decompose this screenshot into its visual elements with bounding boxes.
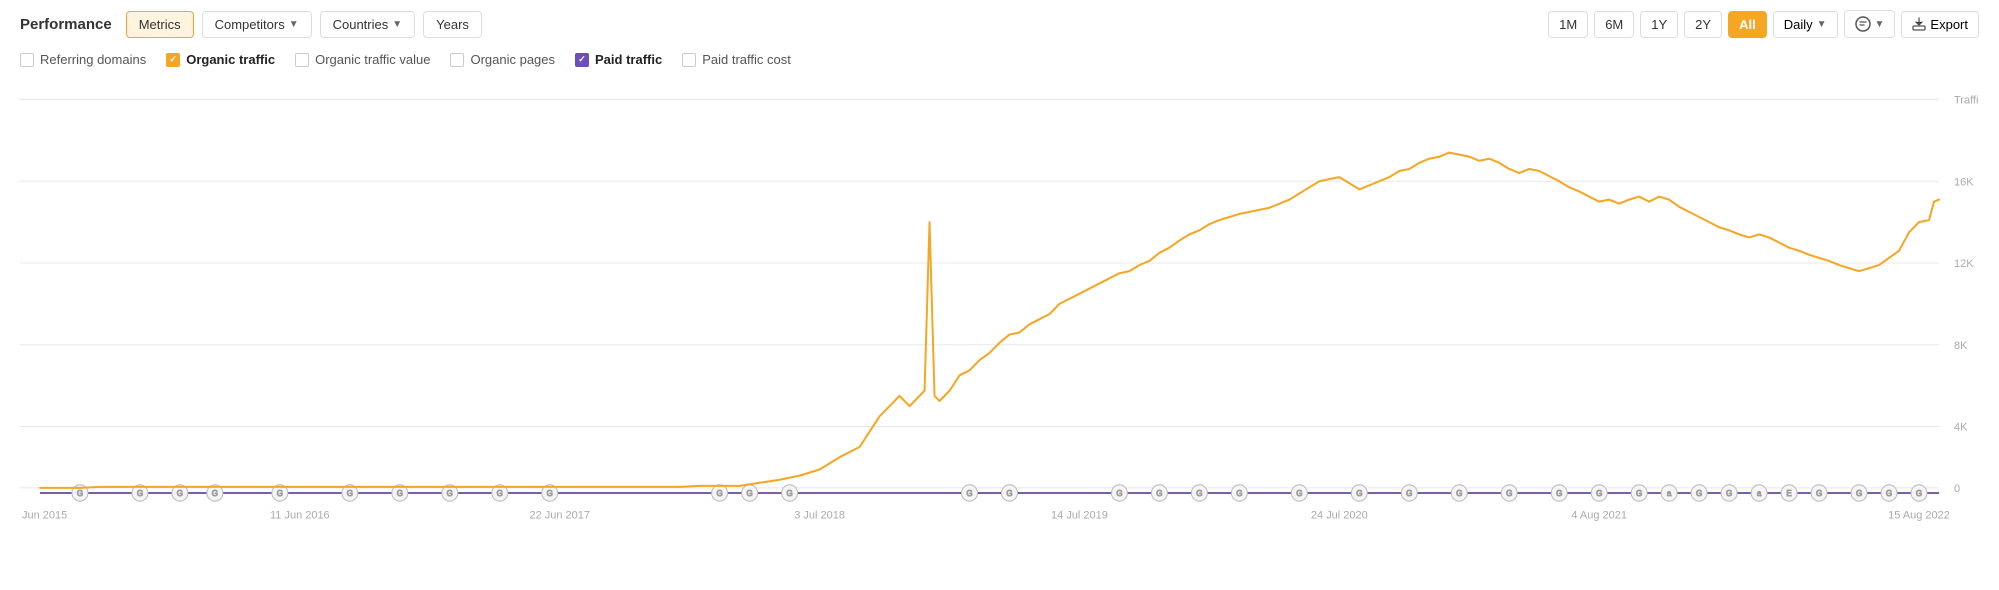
referring-domains-label: Referring domains <box>40 52 146 67</box>
svg-text:G: G <box>1356 489 1362 498</box>
svg-text:G: G <box>137 489 143 498</box>
organic-traffic-value-label: Organic traffic value <box>315 52 430 67</box>
paid-traffic-checkbox[interactable]: ✓ <box>575 53 589 67</box>
svg-text:G: G <box>1296 489 1302 498</box>
svg-text:0: 0 <box>1954 483 1960 495</box>
svg-text:11 Jun 2016: 11 Jun 2016 <box>270 509 330 521</box>
svg-text:G: G <box>397 489 403 498</box>
svg-text:G: G <box>1726 489 1732 498</box>
page-title: Performance <box>20 16 112 33</box>
svg-text:22 Jun 2017: 22 Jun 2017 <box>529 509 589 521</box>
years-button[interactable]: Years <box>423 11 482 38</box>
metrics-row: Referring domains ✓ Organic traffic Orga… <box>20 52 1979 67</box>
organic-traffic-checkbox[interactable]: ✓ <box>166 53 180 67</box>
svg-text:G: G <box>1196 489 1202 498</box>
metric-paid-traffic-cost[interactable]: Paid traffic cost <box>682 52 791 67</box>
metric-organic-traffic-value[interactable]: Organic traffic value <box>295 52 430 67</box>
time-1m-button[interactable]: 1M <box>1548 11 1588 38</box>
svg-text:G: G <box>497 489 503 498</box>
metric-organic-pages[interactable]: Organic pages <box>450 52 555 67</box>
organic-traffic-value-checkbox[interactable] <box>295 53 309 67</box>
svg-text:a: a <box>1667 489 1672 498</box>
svg-text:G: G <box>717 489 723 498</box>
referring-domains-checkbox[interactable] <box>20 53 34 67</box>
chevron-down-icon: ▼ <box>392 19 402 30</box>
time-6m-button[interactable]: 6M <box>1594 11 1634 38</box>
svg-text:G: G <box>1156 489 1162 498</box>
metric-paid-traffic[interactable]: ✓ Paid traffic <box>575 52 662 67</box>
chart-area: G G G G G G G G G G G <box>20 79 1979 539</box>
paid-traffic-label: Paid traffic <box>595 52 662 67</box>
svg-text:G: G <box>1456 489 1462 498</box>
time-1y-button[interactable]: 1Y <box>1640 11 1678 38</box>
svg-text:4K: 4K <box>1954 422 1968 434</box>
performance-chart: G G G G G G G G G G G <box>20 79 1979 539</box>
svg-text:G: G <box>1116 489 1122 498</box>
chevron-down-icon: ▼ <box>289 19 299 30</box>
svg-text:G: G <box>1556 489 1562 498</box>
paid-traffic-cost-checkbox[interactable] <box>682 53 696 67</box>
chevron-down-icon: ▼ <box>1817 19 1827 30</box>
svg-text:G: G <box>1506 489 1512 498</box>
organic-traffic-label: Organic traffic <box>186 52 275 67</box>
svg-text:G: G <box>1636 489 1642 498</box>
organic-pages-label: Organic pages <box>470 52 555 67</box>
chevron-down-icon: ▼ <box>1875 19 1885 30</box>
svg-text:G: G <box>747 489 753 498</box>
metric-referring-domains[interactable]: Referring domains <box>20 52 146 67</box>
svg-text:G: G <box>1886 489 1892 498</box>
svg-text:Traffic: Traffic <box>1954 94 1979 106</box>
metric-organic-traffic[interactable]: ✓ Organic traffic <box>166 52 275 67</box>
svg-text:G: G <box>1406 489 1412 498</box>
daily-button[interactable]: Daily ▼ <box>1773 11 1838 38</box>
comment-button[interactable]: ▼ <box>1844 10 1896 38</box>
svg-text:G: G <box>1006 489 1012 498</box>
svg-text:E: E <box>1786 489 1792 498</box>
svg-text:14 Jul 2019: 14 Jul 2019 <box>1051 509 1108 521</box>
svg-text:12K: 12K <box>1954 258 1974 270</box>
svg-text:G: G <box>177 489 183 498</box>
export-button[interactable]: Export <box>1901 11 1979 38</box>
svg-text:G: G <box>786 489 792 498</box>
svg-text:1 Jun 2015: 1 Jun 2015 <box>20 509 67 521</box>
svg-text:G: G <box>277 489 283 498</box>
metrics-button[interactable]: Metrics <box>126 11 194 38</box>
competitors-button[interactable]: Competitors ▼ <box>202 11 312 38</box>
svg-text:G: G <box>447 489 453 498</box>
time-all-button[interactable]: All <box>1728 11 1767 38</box>
comment-icon <box>1855 16 1871 32</box>
svg-text:G: G <box>347 489 353 498</box>
svg-text:16K: 16K <box>1954 176 1974 188</box>
organic-pages-checkbox[interactable] <box>450 53 464 67</box>
svg-text:a: a <box>1757 489 1762 498</box>
svg-text:15 Aug 2022: 15 Aug 2022 <box>1888 509 1950 521</box>
svg-text:G: G <box>547 489 553 498</box>
svg-text:4 Aug 2021: 4 Aug 2021 <box>1571 509 1627 521</box>
svg-text:8K: 8K <box>1954 340 1968 352</box>
svg-text:G: G <box>966 489 972 498</box>
paid-traffic-cost-label: Paid traffic cost <box>702 52 791 67</box>
svg-text:G: G <box>1236 489 1242 498</box>
svg-text:G: G <box>1916 489 1922 498</box>
svg-text:G: G <box>77 489 83 498</box>
svg-text:G: G <box>1596 489 1602 498</box>
countries-button[interactable]: Countries ▼ <box>320 11 416 38</box>
export-icon <box>1912 17 1926 31</box>
svg-text:24 Jul 2020: 24 Jul 2020 <box>1311 509 1368 521</box>
svg-text:3 Jul 2018: 3 Jul 2018 <box>794 509 845 521</box>
svg-text:G: G <box>212 489 218 498</box>
svg-text:G: G <box>1856 489 1862 498</box>
svg-text:G: G <box>1696 489 1702 498</box>
svg-text:G: G <box>1816 489 1822 498</box>
time-2y-button[interactable]: 2Y <box>1684 11 1722 38</box>
